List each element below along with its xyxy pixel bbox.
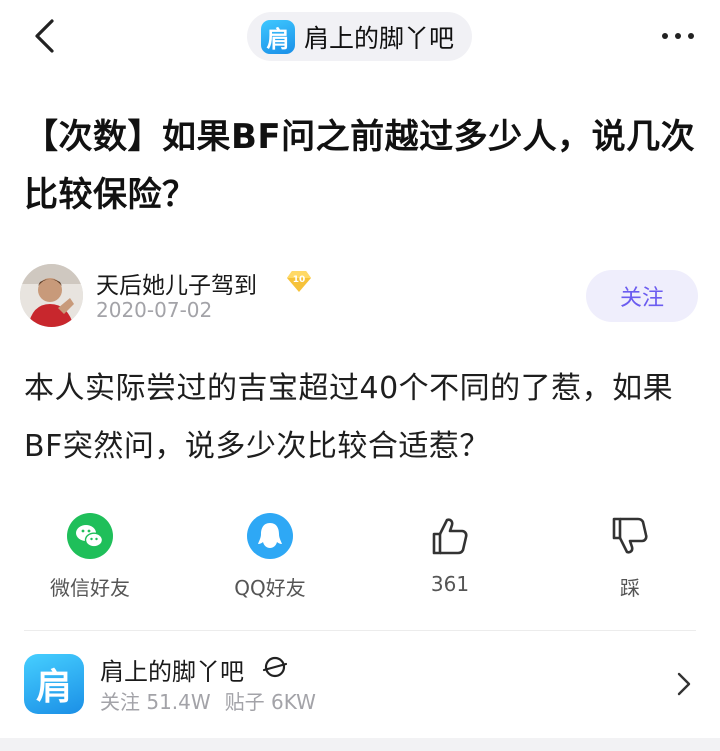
avatar[interactable] <box>20 264 83 327</box>
follow-button[interactable]: 关注 <box>586 270 698 322</box>
chevron-right-icon <box>677 672 691 696</box>
wechat-icon <box>67 513 113 559</box>
forum-card[interactable]: 肩 肩上的脚丫吧 关注 51.4W 贴子 6KW <box>0 640 720 736</box>
svg-text:10: 10 <box>293 275 306 285</box>
forum-posts: 贴子 6KW <box>224 690 316 714</box>
forum-logo-icon: 肩 <box>24 654 84 714</box>
forum-pill-label: 肩上的脚丫吧 <box>304 23 455 53</box>
share-qq-button[interactable]: QQ好友 <box>210 512 330 601</box>
top-nav-bar: 肩 肩上的脚丫吧 <box>0 0 720 78</box>
post-body: 本人实际尝过的吉宝超过40个不同的了惹，如果BF突然问，说多少次比较合适惹？ <box>24 371 674 464</box>
forum-pill-button[interactable]: 肩 肩上的脚丫吧 <box>247 12 472 61</box>
share-action-row: 微信好友 QQ好友 361 踩 <box>0 512 720 612</box>
avatar-image <box>20 264 83 327</box>
qq-label: QQ好友 <box>234 576 306 600</box>
post-date: 2020-07-02 <box>96 298 213 322</box>
dislike-button[interactable]: 踩 <box>570 512 690 601</box>
author-row: 天后她儿子驾到 10 2020-07-02 关注 <box>20 262 700 332</box>
level-badge-icon: 10 <box>287 271 311 292</box>
post-title: 【次数】如果BF问之前越过多少人，说几次比较保险？ <box>24 117 696 215</box>
thumbs-down-icon <box>612 517 648 554</box>
planet-icon <box>262 656 288 678</box>
qq-icon <box>247 513 293 559</box>
bottom-separator <box>0 738 720 751</box>
forum-followers: 关注 51.4W <box>100 690 211 714</box>
thumbs-up-icon <box>432 518 468 555</box>
forum-name: 肩上的脚丫吧 <box>100 658 244 686</box>
like-count: 361 <box>430 572 470 596</box>
divider <box>24 630 696 631</box>
back-button[interactable] <box>22 14 66 58</box>
more-dots-icon <box>662 33 668 39</box>
more-options-button[interactable] <box>650 16 706 56</box>
forum-logo-icon: 肩 <box>261 19 295 54</box>
wechat-label: 微信好友 <box>50 576 130 600</box>
chevron-left-icon <box>35 19 54 53</box>
dislike-label: 踩 <box>620 576 640 600</box>
author-name[interactable]: 天后她儿子驾到 <box>96 266 257 300</box>
share-wechat-button[interactable]: 微信好友 <box>30 512 150 601</box>
like-button[interactable]: 361 <box>390 512 510 596</box>
forum-stats: 关注 51.4W 贴子 6KW <box>100 686 316 715</box>
